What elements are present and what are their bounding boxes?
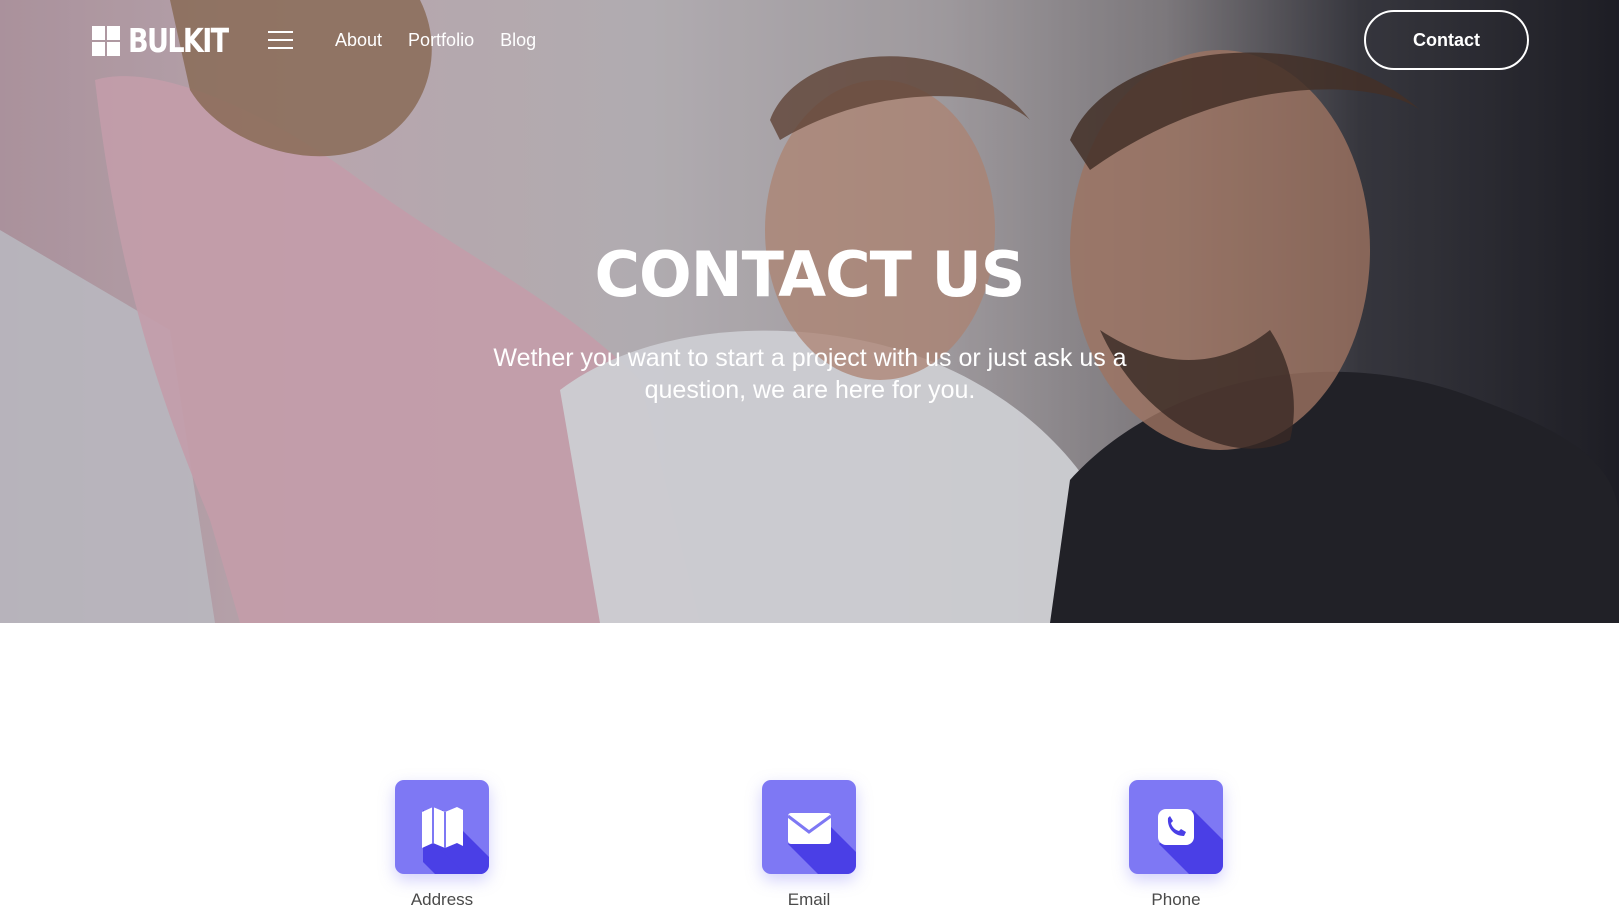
contact-card-label: Phone: [1151, 890, 1201, 909]
page-title: CONTACT US: [594, 238, 1026, 311]
contact-card-email[interactable]: Email: [709, 780, 909, 910]
nav-links: About Portfolio Blog: [335, 28, 536, 52]
hamburger-menu-icon[interactable]: [268, 31, 293, 49]
contact-card-address[interactable]: Address: [342, 780, 542, 910]
brand-name: BULKIT: [128, 21, 229, 60]
nav-link-portfolio[interactable]: Portfolio: [408, 28, 474, 52]
hero-subtitle: Wether you want to start a project with …: [493, 344, 1127, 404]
contact-card-label: Address: [410, 890, 474, 909]
brand-logo[interactable]: BULKIT: [92, 22, 249, 60]
navbar: BULKIT About Portfolio Blog Contact: [0, 0, 1619, 80]
map-icon[interactable]: [395, 780, 489, 874]
contact-card-phone[interactable]: Phone: [1076, 780, 1276, 910]
envelope-icon[interactable]: [762, 780, 856, 874]
logo-grid-icon: [92, 26, 120, 56]
contact-cards: Address Email Phone: [0, 623, 1619, 909]
hero-overlay: [0, 0, 1619, 623]
nav-link-about[interactable]: About: [335, 28, 382, 52]
phone-icon[interactable]: [1129, 780, 1223, 874]
contact-button[interactable]: Contact: [1364, 10, 1529, 70]
contact-card-label: Email: [787, 890, 831, 909]
hero-section: BULKIT About Portfolio Blog Contact CONT…: [0, 0, 1619, 623]
nav-link-blog[interactable]: Blog: [500, 28, 536, 52]
